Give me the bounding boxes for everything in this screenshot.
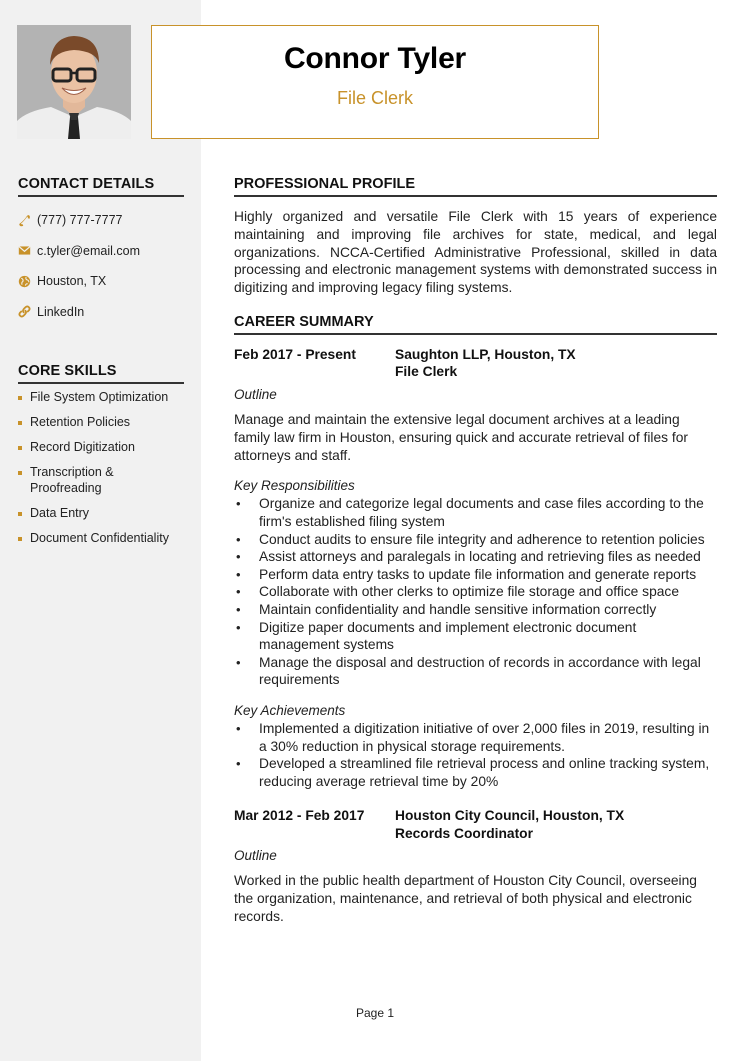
person-photo-icon [17, 25, 131, 139]
skill-item: Document Confidentiality [18, 531, 184, 547]
contact-linkedin-text[interactable]: LinkedIn [37, 305, 84, 319]
achievements-list: Implemented a digitization initiative of… [234, 720, 717, 790]
job-dates: Mar 2012 - Feb 2017 [234, 808, 365, 824]
skills-heading: CORE SKILLS [18, 363, 184, 384]
job-company: Houston City Council, Houston, TX [395, 808, 625, 824]
list-item: Organize and categorize legal documents … [234, 495, 717, 530]
phone-icon [18, 214, 31, 227]
career-heading: CAREER SUMMARY [234, 314, 717, 335]
name-header-box: Connor Tyler File Clerk [151, 25, 599, 139]
job-entry: Feb 2017 - Present Saughton LLP, Houston… [234, 346, 717, 790]
list-item: Developed a streamlined file retrieval p… [234, 755, 717, 790]
achievements-label: Key Achievements [234, 702, 346, 718]
contact-section: CONTACT DETAILS (777) 777-7777 c.tyler@e… [18, 176, 184, 327]
job-outline: Manage and maintain the extensive legal … [234, 411, 688, 463]
contact-email[interactable]: c.tyler@email.com [18, 236, 184, 267]
contact-phone: (777) 777-7777 [18, 205, 184, 236]
list-item: Perform data entry tasks to update file … [234, 566, 717, 584]
list-item: Digitize paper documents and implement e… [234, 619, 717, 654]
contact-phone-text: (777) 777-7777 [37, 213, 123, 228]
list-item: Conduct audits to ensure file integrity … [234, 531, 717, 549]
candidate-name: Connor Tyler [283, 42, 467, 75]
profile-heading: PROFESSIONAL PROFILE [234, 176, 717, 197]
contact-location-text: Houston, TX [37, 274, 107, 289]
contact-location: Houston, TX [18, 266, 184, 297]
job-company-role: Houston City Council, Houston, TX Record… [395, 807, 624, 842]
profile-text: Highly organized and versatile File Cler… [234, 209, 717, 296]
outline-label: Outline [234, 386, 277, 402]
contact-heading: CONTACT DETAILS [18, 176, 184, 197]
list-item: Collaborate with other clerks to optimiz… [234, 583, 717, 601]
link-icon [18, 305, 31, 318]
contact-linkedin[interactable]: LinkedIn [18, 297, 184, 328]
candidate-title: File Clerk [336, 88, 413, 108]
list-item: Implemented a digitization initiative of… [234, 720, 717, 755]
list-item: Assist attorneys and paralegals in locat… [234, 548, 717, 566]
job-role: Records Coordinator [395, 825, 533, 841]
list-item: Manage the disposal and destruction of r… [234, 654, 717, 689]
main-content: PROFESSIONAL PROFILE Highly organized an… [234, 176, 717, 926]
page-number: Page 1 [355, 1006, 395, 1020]
job-dates: Feb 2017 - Present [234, 346, 356, 362]
skill-item: File System Optimization [18, 390, 184, 406]
skill-item: Data Entry [18, 506, 184, 522]
job-company: Saughton LLP, Houston, TX [395, 346, 576, 362]
responsibilities-label: Key Responsibilities [234, 478, 355, 494]
profile-photo [17, 25, 131, 139]
responsibilities-list: Organize and categorize legal documents … [234, 495, 717, 689]
skill-item: Retention Policies [18, 415, 184, 431]
envelope-icon [18, 244, 31, 257]
list-item: Maintain confidentiality and handle sens… [234, 601, 717, 619]
job-outline: Worked in the public health department o… [234, 873, 697, 924]
job-header: Feb 2017 - Present Saughton LLP, Houston… [234, 346, 717, 381]
skill-item: Record Digitization [18, 440, 184, 456]
job-company-role: Saughton LLP, Houston, TX File Clerk [395, 346, 576, 381]
job-header: Mar 2012 - Feb 2017 Houston City Council… [234, 807, 717, 842]
globe-icon [18, 275, 31, 288]
skills-section: CORE SKILLS File System Optimization Ret… [18, 363, 184, 556]
outline-label: Outline [234, 848, 277, 864]
job-role: File Clerk [395, 364, 458, 380]
skills-list: File System Optimization Retention Polic… [18, 390, 184, 546]
skill-item: Transcription & Proofreading [18, 465, 118, 496]
job-entry: Mar 2012 - Feb 2017 Houston City Council… [234, 807, 717, 925]
contact-email-text[interactable]: c.tyler@email.com [37, 244, 140, 258]
contact-list: (777) 777-7777 c.tyler@email.com Houston… [18, 205, 184, 327]
